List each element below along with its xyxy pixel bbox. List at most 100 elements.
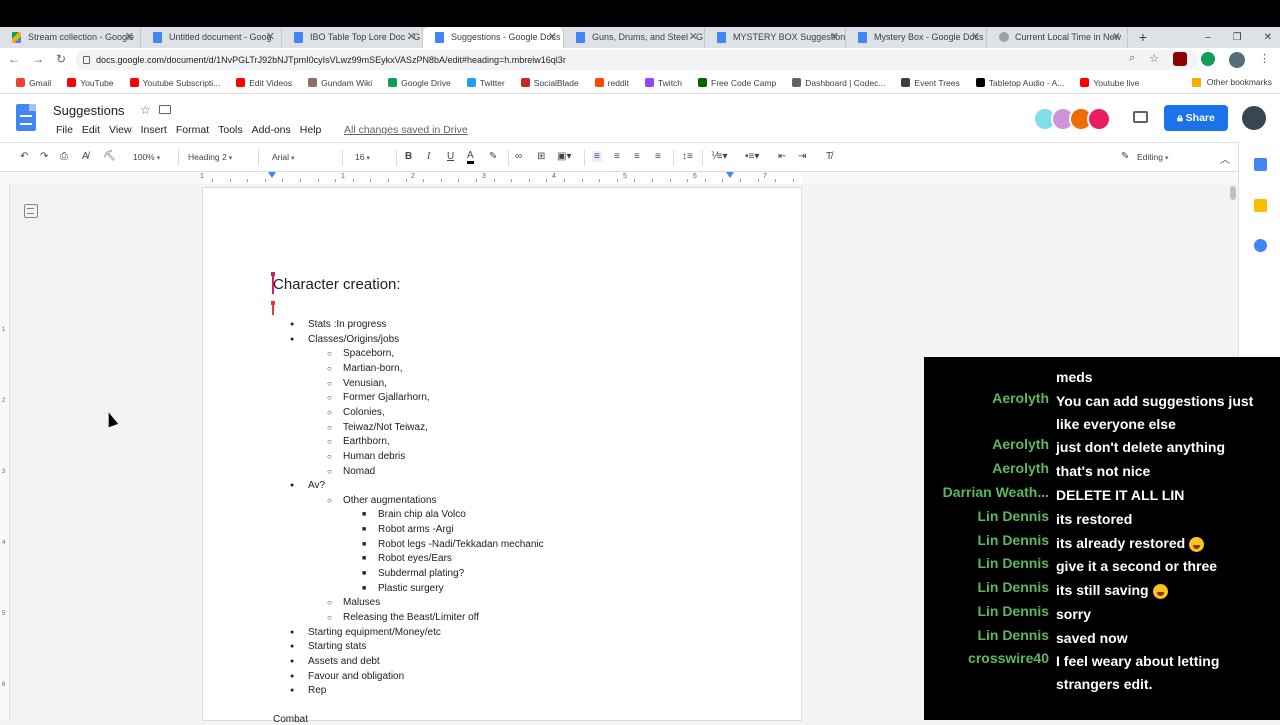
browser-tab[interactable]: Stream collection - Google ✕ — [0, 27, 141, 48]
close-tab-icon[interactable]: ✕ — [548, 27, 557, 48]
profile-avatar[interactable] — [1229, 52, 1245, 68]
bulleted-list-icon[interactable]: •≡▾ — [745, 151, 759, 162]
menu-item[interactable]: Tools — [214, 124, 248, 136]
close-tab-icon[interactable]: ✕ — [830, 27, 839, 48]
underline-icon[interactable]: U — [447, 151, 454, 162]
align-center-icon[interactable]: ≡ — [614, 151, 620, 162]
bookmark-item[interactable]: reddit — [587, 78, 637, 88]
reload-icon[interactable]: ↻ — [56, 52, 66, 66]
highlight-icon[interactable]: ✎ — [489, 151, 497, 162]
right-indent-marker[interactable] — [726, 172, 734, 178]
mode-select[interactable]: Editing — [1137, 152, 1168, 162]
decrease-indent-icon[interactable]: ⇤ — [778, 151, 786, 162]
url-field[interactable]: docs.google.com/document/d/1NvPGLTrJ92bN… — [76, 50, 1198, 70]
bookmark-item[interactable]: Twitch — [637, 78, 690, 88]
italic-icon[interactable]: I — [427, 151, 430, 162]
share-button[interactable]: 🔒︎ Share — [1164, 105, 1228, 131]
minimize-button[interactable]: – — [1205, 27, 1211, 48]
undo-icon[interactable]: ↶ — [20, 151, 28, 162]
close-tab-icon[interactable]: ✕ — [125, 27, 134, 48]
add-comment-icon[interactable]: ⊞ — [537, 151, 545, 162]
align-right-icon[interactable]: ≡ — [634, 151, 640, 162]
bookmark-item[interactable]: Gmail — [8, 78, 59, 88]
spellcheck-icon[interactable]: A̸ — [82, 151, 89, 162]
bookmark-item[interactable]: Edit Videos — [228, 78, 300, 88]
more-menu-icon[interactable]: ⋮ — [1259, 52, 1270, 68]
close-tab-icon[interactable]: ✕ — [407, 27, 416, 48]
scrollbar-thumb[interactable] — [1230, 186, 1236, 200]
bookmark-item[interactable]: Event Trees — [893, 78, 967, 88]
bookmark-item[interactable]: Twitter — [459, 78, 513, 88]
browser-tab[interactable]: Guns, Drums, and Steel - G ✕ — [564, 27, 705, 48]
justify-icon[interactable]: ≡ — [655, 151, 661, 162]
user-avatar[interactable] — [1242, 106, 1266, 130]
comment-history-icon[interactable] — [1133, 111, 1148, 123]
document-title[interactable]: Suggestions — [53, 103, 125, 118]
style-select[interactable]: Heading 2 — [188, 152, 232, 162]
increase-indent-icon[interactable]: ⇥ — [798, 151, 806, 162]
align-left-icon[interactable]: ≡ — [592, 151, 602, 162]
bookmark-item[interactable]: Free Code Camp — [690, 78, 784, 88]
browser-tab[interactable]: Suggestions - Google Docs ✕ — [423, 27, 564, 48]
browser-tab[interactable]: Mystery Box - Google Docs ✕ — [846, 27, 987, 48]
browser-tab[interactable]: IBO Table Top Lore Doc - G ✕ — [282, 27, 423, 48]
close-tab-icon[interactable]: ✕ — [1112, 27, 1121, 48]
collaborator-avatar[interactable] — [1087, 107, 1111, 131]
star-bookmark-icon[interactable]: ☆ — [1149, 52, 1159, 68]
left-indent-marker[interactable] — [268, 172, 276, 178]
bookmark-item[interactable]: SocialBlade — [513, 78, 587, 88]
document-page[interactable]: Character creation: Stats :In progressCl… — [203, 188, 801, 725]
menu-item[interactable]: File — [52, 124, 78, 136]
new-tab-button[interactable]: + — [1128, 27, 1158, 48]
forward-icon[interactable]: → — [32, 52, 44, 66]
menu-item[interactable]: View — [105, 124, 137, 136]
text-color-icon[interactable]: A — [467, 151, 474, 164]
close-tab-icon[interactable]: ✕ — [971, 27, 980, 48]
close-tab-icon[interactable]: ✕ — [266, 27, 275, 48]
docs-logo-icon[interactable] — [16, 104, 36, 131]
close-window-button[interactable]: ✕ — [1264, 27, 1272, 48]
search-icon[interactable]: ⌕ — [1129, 52, 1135, 68]
browser-tab[interactable]: MYSTERY BOX Suggestions ✕ — [705, 27, 846, 48]
print-icon[interactable]: ⎙ — [60, 151, 68, 162]
close-tab-icon[interactable]: ✕ — [689, 27, 698, 48]
redo-icon[interactable]: ↷ — [40, 151, 48, 162]
save-status[interactable]: All changes saved in Drive — [344, 124, 468, 136]
bookmark-item[interactable]: Tabletop Audio - A... — [968, 78, 1073, 88]
browser-tab[interactable]: Untitled document - Goog ✕ — [141, 27, 282, 48]
zoom-select[interactable]: 100% — [133, 152, 160, 162]
line-spacing-icon[interactable]: ↕≡ — [682, 151, 693, 162]
link-icon[interactable]: ∞ — [515, 151, 522, 162]
maximize-button[interactable]: ❐ — [1233, 27, 1242, 48]
collapse-menus-icon[interactable]: ︿ — [1220, 151, 1230, 166]
paint-format-icon[interactable]: ⛏ — [103, 151, 116, 162]
back-icon[interactable]: ← — [8, 52, 20, 66]
menu-item[interactable]: Edit — [78, 124, 105, 136]
insert-image-icon[interactable]: ▣▾ — [557, 151, 571, 162]
extension-icon[interactable] — [1173, 52, 1187, 66]
tasks-icon[interactable] — [1254, 239, 1267, 252]
clear-formatting-icon[interactable]: T̸ — [826, 151, 832, 162]
menu-item[interactable]: Format — [172, 124, 214, 136]
bold-icon[interactable]: B — [405, 151, 412, 162]
menu-item[interactable]: Help — [296, 124, 327, 136]
numbered-list-icon[interactable]: ⅟≡▾ — [711, 151, 728, 162]
document-outline-icon[interactable] — [24, 204, 38, 218]
bookmark-item[interactable]: Youtube live — [1072, 78, 1147, 88]
bookmark-item[interactable]: Gundam Wiki — [300, 78, 380, 88]
extension-green-icon[interactable] — [1201, 52, 1215, 66]
star-icon[interactable]: ☆ — [140, 103, 151, 117]
other-bookmarks[interactable]: Other bookmarks — [1191, 77, 1272, 87]
font-select[interactable]: Arial — [272, 152, 294, 162]
keep-icon[interactable] — [1254, 199, 1267, 212]
browser-tab[interactable]: Current Local Time in New ✕ — [987, 27, 1128, 48]
font-size-select[interactable]: 16 — [355, 152, 370, 162]
bookmark-item[interactable]: YouTube — [59, 78, 121, 88]
bookmark-item[interactable]: Google Drive — [380, 78, 459, 88]
move-folder-icon[interactable] — [159, 105, 171, 114]
calendar-icon[interactable] — [1254, 158, 1267, 171]
menu-item[interactable]: Insert — [137, 124, 172, 136]
bookmark-item[interactable]: Dashboard | Codec... — [784, 78, 893, 88]
menu-item[interactable]: Add-ons — [248, 124, 296, 136]
bookmark-item[interactable]: Youtube Subscripti... — [122, 78, 229, 88]
